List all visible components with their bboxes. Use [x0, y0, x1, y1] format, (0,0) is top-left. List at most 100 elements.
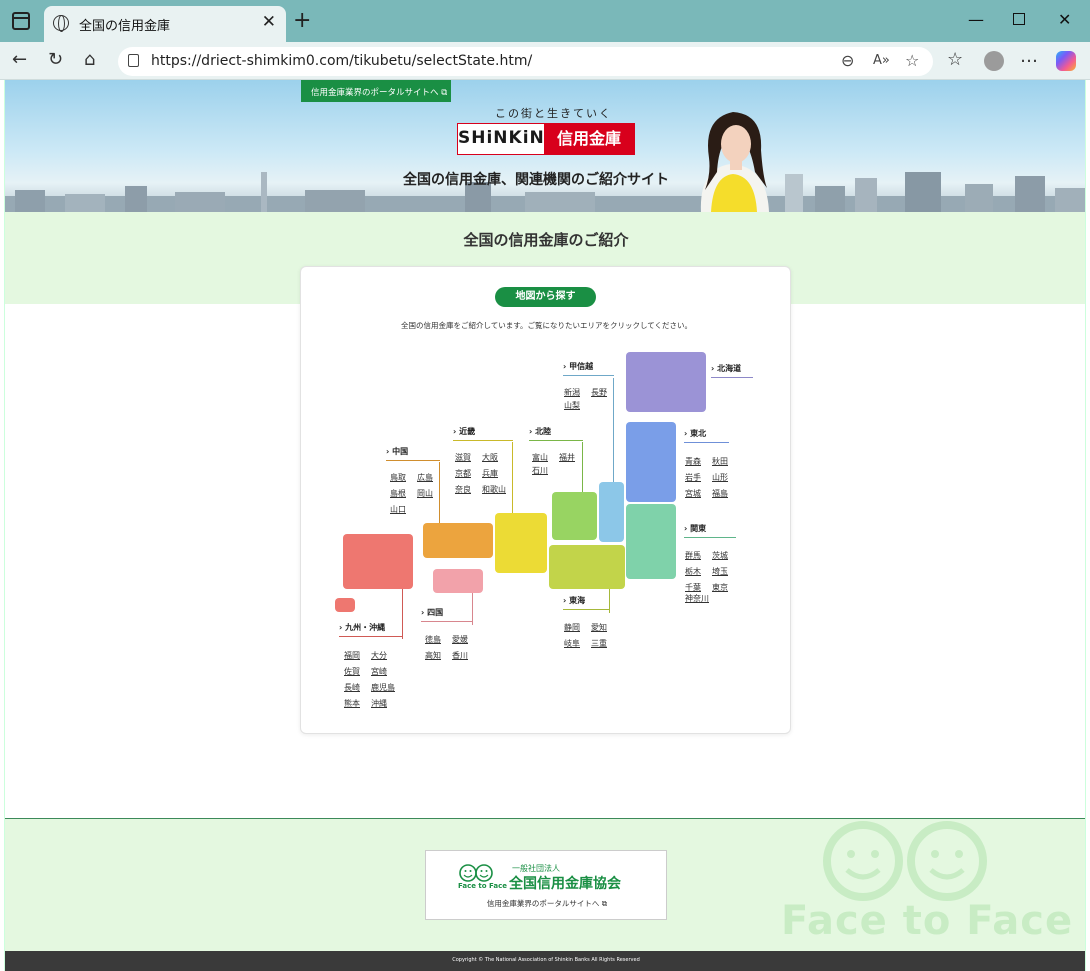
pref-link[interactable]: 愛媛: [452, 634, 468, 645]
pref-link[interactable]: 京都: [455, 468, 471, 479]
pref-link[interactable]: 埼玉: [712, 566, 728, 577]
region-kyushu-header[interactable]: › 九州・沖縄: [339, 622, 385, 633]
pref-link[interactable]: 島根: [390, 488, 406, 499]
pref-link[interactable]: 愛知: [591, 622, 607, 633]
pref-link[interactable]: 宮城: [685, 488, 701, 499]
region-shikoku-label: 四国: [427, 608, 444, 617]
pref-link[interactable]: 秋田: [712, 456, 728, 467]
pref-link[interactable]: 栃木: [685, 566, 701, 577]
web-page: 信用金庫業界のポータルサイトへ ⧉ この街と生きていく SHiNKiN 信用金庫…: [4, 80, 1086, 971]
minimize-icon[interactable]: —: [968, 10, 984, 29]
close-tab-icon[interactable]: ✕: [262, 12, 276, 32]
pref-link[interactable]: 沖縄: [371, 698, 387, 709]
pref-link[interactable]: 滋賀: [455, 452, 471, 463]
pref-link[interactable]: 大阪: [482, 452, 498, 463]
divider-line: [529, 440, 583, 441]
close-window-icon[interactable]: ✕: [1058, 10, 1071, 29]
tagline: この街と生きていく: [495, 107, 612, 120]
region-kinki-header[interactable]: › 近畿: [453, 426, 475, 437]
pref-link[interactable]: 福島: [712, 488, 728, 499]
pref-link[interactable]: 長野: [591, 387, 607, 398]
map-block-kinki[interactable]: [495, 513, 547, 573]
read-aloud-icon[interactable]: A»: [873, 53, 890, 68]
region-chugoku-header[interactable]: › 中国: [386, 446, 408, 457]
map-block-okinawa[interactable]: [335, 598, 355, 612]
region-kanto-label: 関東: [690, 524, 707, 533]
map-block-hokkaido[interactable]: [626, 352, 706, 412]
region-tohoku-header[interactable]: › 東北: [684, 428, 706, 439]
pref-link[interactable]: 奈良: [455, 484, 471, 495]
pref-link[interactable]: 広島: [417, 472, 433, 483]
map-block-shikoku[interactable]: [433, 569, 483, 593]
region-tokai-header[interactable]: › 東海: [563, 595, 585, 606]
region-hokuriku-header[interactable]: › 北陸: [529, 426, 551, 437]
region-kanto-header[interactable]: › 関東: [684, 523, 706, 534]
new-tab-icon[interactable]: +: [293, 8, 311, 33]
pref-link[interactable]: 鳥取: [390, 472, 406, 483]
map-block-koshinetsu[interactable]: [599, 482, 624, 542]
pref-link[interactable]: 新潟: [564, 387, 580, 398]
pref-link[interactable]: 山形: [712, 472, 728, 483]
browser-tab[interactable]: 全国の信用金庫 ✕: [44, 6, 286, 42]
url-text[interactable]: https://driect-shimkim0.com/tikubetu/sel…: [151, 53, 532, 69]
pref-link[interactable]: 宮崎: [371, 666, 387, 677]
association-link[interactable]: Face to Face 一般社団法人 全国信用金庫協会 信用金庫業界のポータル…: [425, 850, 667, 920]
pref-link[interactable]: 和歌山: [482, 484, 506, 495]
pref-link[interactable]: 山口: [390, 504, 406, 515]
favorite-star-icon[interactable]: ☆: [905, 51, 919, 70]
pref-link[interactable]: 岩手: [685, 472, 701, 483]
profile-avatar[interactable]: [984, 51, 1004, 71]
map-block-tokai[interactable]: [549, 545, 625, 589]
divider-line: [339, 636, 403, 637]
pref-link[interactable]: 大分: [371, 650, 387, 661]
pref-link[interactable]: 千葉: [685, 582, 701, 593]
pref-link[interactable]: 静岡: [564, 622, 580, 633]
map-block-hokuriku[interactable]: [552, 492, 597, 540]
pref-link[interactable]: 岡山: [417, 488, 433, 499]
url-field[interactable]: https://driect-shimkim0.com/tikubetu/sel…: [118, 47, 933, 76]
pref-link[interactable]: 兵庫: [482, 468, 498, 479]
region-shikoku-header[interactable]: › 四国: [421, 607, 443, 618]
region-hokkaido-header[interactable]: › 北海道: [711, 363, 741, 374]
map-block-kanto[interactable]: [626, 504, 676, 579]
logo-en-text: SHiNKiN: [458, 124, 544, 154]
maximize-icon[interactable]: [1013, 13, 1025, 25]
map-block-tohoku[interactable]: [626, 422, 676, 502]
pref-link[interactable]: 青森: [685, 456, 701, 467]
back-icon[interactable]: ←: [12, 49, 27, 70]
portal-site-link[interactable]: 信用金庫業界のポータルサイトへ ⧉: [301, 80, 451, 102]
pref-link[interactable]: 鹿児島: [371, 682, 395, 693]
pref-link[interactable]: 佐賀: [344, 666, 360, 677]
pref-link[interactable]: 三重: [591, 638, 607, 649]
pref-link[interactable]: 茨城: [712, 550, 728, 561]
map-block-chugoku[interactable]: [423, 523, 493, 558]
home-icon[interactable]: ⌂: [84, 49, 95, 70]
pref-link[interactable]: 長崎: [344, 682, 360, 693]
pref-link[interactable]: 福岡: [344, 650, 360, 661]
pref-link[interactable]: 群馬: [685, 550, 701, 561]
pref-link[interactable]: 山梨: [564, 400, 580, 411]
pref-link[interactable]: 熊本: [344, 698, 360, 709]
map-block-kyushu[interactable]: [343, 534, 413, 589]
org-name: 全国信用金庫協会: [509, 876, 621, 892]
favorites-icon[interactable]: ☆: [947, 49, 963, 70]
pref-link[interactable]: 福井: [559, 452, 575, 463]
pref-link[interactable]: 神奈川: [685, 593, 709, 604]
pref-link[interactable]: 石川: [532, 465, 548, 476]
tab-actions-icon[interactable]: [12, 12, 30, 30]
pref-link[interactable]: 岐阜: [564, 638, 580, 649]
refresh-icon[interactable]: ↻: [48, 49, 63, 70]
pref-link[interactable]: 高知: [425, 650, 441, 661]
copilot-icon[interactable]: [1056, 51, 1076, 71]
more-menu-icon[interactable]: …: [1020, 46, 1038, 67]
pref-link[interactable]: 富山: [532, 452, 548, 463]
section-title: 全国の信用金庫のご紹介: [463, 231, 629, 249]
pref-link[interactable]: 香川: [452, 650, 468, 661]
pref-link[interactable]: 東京: [712, 582, 728, 593]
shinkin-logo[interactable]: SHiNKiN 信用金庫: [457, 123, 635, 155]
tab-title: 全国の信用金庫: [79, 19, 171, 34]
pref-link[interactable]: 徳島: [425, 634, 441, 645]
connector-line: [613, 378, 614, 482]
region-koshinetsu-header[interactable]: › 甲信越: [563, 361, 593, 372]
zoom-icon[interactable]: ⊖: [841, 51, 854, 70]
